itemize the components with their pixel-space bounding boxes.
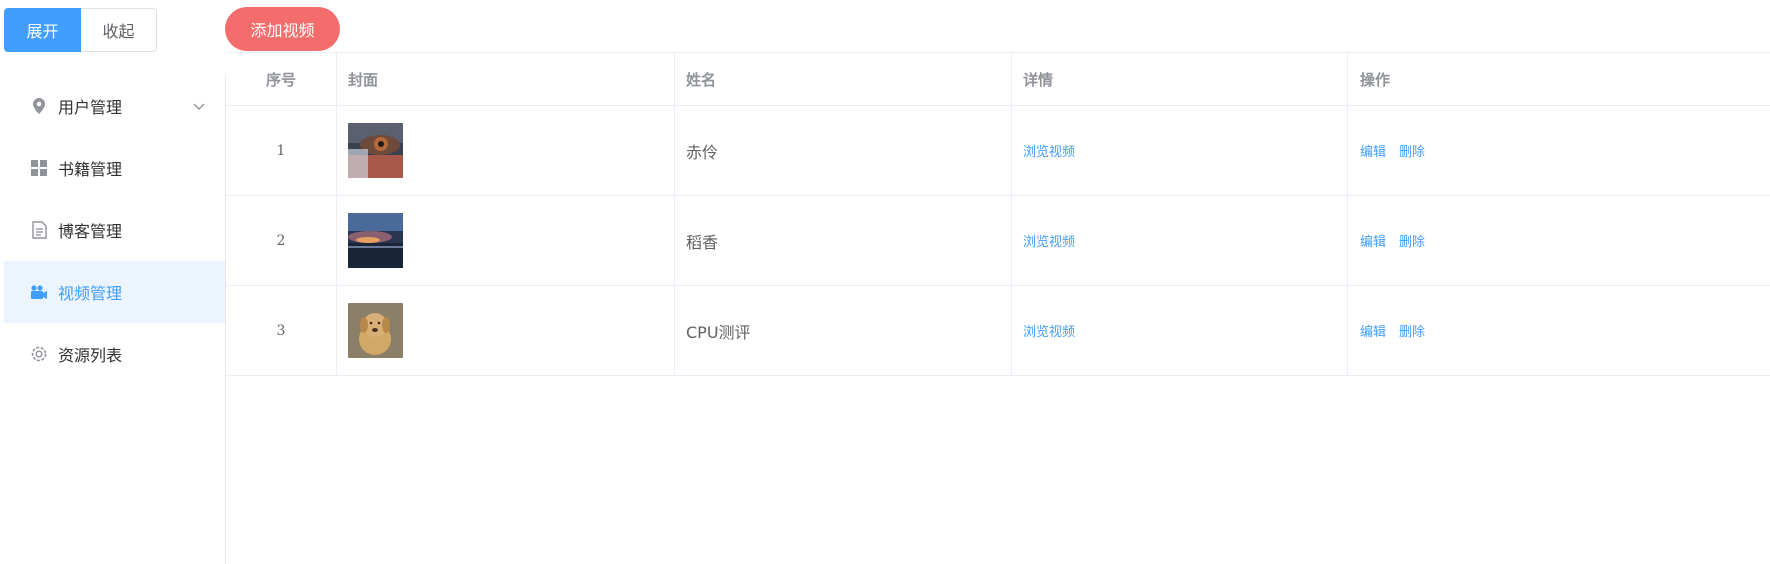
row-name: 稻香 <box>675 196 1012 285</box>
cover-cell <box>337 106 675 195</box>
cover-image <box>348 213 403 268</box>
gear-icon <box>30 345 48 363</box>
video-camera-icon <box>30 283 48 301</box>
header-actions: 操作 <box>1360 70 1391 89</box>
delete-link[interactable]: 删除 <box>1399 141 1425 160</box>
video-table: 序号 封面 姓名 详情 操作 1 赤伶 浏览视频 编辑 删除 2 稻香 浏览视频… <box>226 52 1770 376</box>
header-cover: 封面 <box>337 53 675 105</box>
row-name: 赤伶 <box>675 106 1012 195</box>
actions-cell: 编辑 删除 <box>1348 196 1770 285</box>
cover-cell <box>337 196 675 285</box>
chevron-down-icon <box>192 97 206 116</box>
sidebar-item-video-management[interactable]: 视频管理 <box>4 261 225 323</box>
view-video-link[interactable]: 浏览视频 <box>1023 231 1075 250</box>
sidebar-item-label: 博客管理 <box>58 222 123 241</box>
delete-link[interactable]: 删除 <box>1399 231 1425 250</box>
view-video-link[interactable]: 浏览视频 <box>1023 141 1075 160</box>
row-name: CPU测评 <box>675 286 1012 375</box>
sidebar-item-book-management[interactable]: 书籍管理 <box>4 137 225 199</box>
cover-image <box>348 303 403 358</box>
table-header-row: 序号 封面 姓名 详情 操作 <box>226 52 1770 106</box>
sidebar-item-label: 视频管理 <box>58 284 123 303</box>
sidebar-item-label: 用户管理 <box>58 98 123 117</box>
location-pin-icon <box>30 97 48 115</box>
table-row: 1 赤伶 浏览视频 编辑 删除 <box>226 106 1770 196</box>
actions-cell: 编辑 删除 <box>1348 106 1770 195</box>
sidebar-item-label: 资源列表 <box>58 346 123 365</box>
sidebar-menu: 用户管理 书籍管理 博客管理 视频管理 资源列表 <box>0 75 226 564</box>
cover-image <box>348 123 403 178</box>
sidebar-item-user-management[interactable]: 用户管理 <box>4 75 225 137</box>
table-row: 2 稻香 浏览视频 编辑 删除 <box>226 196 1770 286</box>
row-index: 3 <box>226 286 337 375</box>
header-name: 姓名 <box>675 53 1012 105</box>
edit-link[interactable]: 编辑 <box>1360 231 1386 250</box>
detail-cell: 浏览视频 <box>1012 196 1348 285</box>
row-index: 1 <box>226 106 337 195</box>
sidebar-item-resource-list[interactable]: 资源列表 <box>4 323 225 385</box>
grid-icon <box>30 159 48 177</box>
sidebar-item-label: 书籍管理 <box>58 160 123 179</box>
view-video-link[interactable]: 浏览视频 <box>1023 321 1075 340</box>
sidebar-item-blog-management[interactable]: 博客管理 <box>4 199 225 261</box>
edit-link[interactable]: 编辑 <box>1360 321 1386 340</box>
detail-cell: 浏览视频 <box>1012 286 1348 375</box>
detail-cell: 浏览视频 <box>1012 106 1348 195</box>
collapse-button[interactable]: 收起 <box>81 8 157 52</box>
cover-cell <box>337 286 675 375</box>
expand-button[interactable]: 展开 <box>4 8 81 52</box>
edit-link[interactable]: 编辑 <box>1360 141 1386 160</box>
header-index: 序号 <box>226 53 337 105</box>
add-video-button[interactable]: 添加视频 <box>225 7 340 51</box>
actions-cell: 编辑 删除 <box>1348 286 1770 375</box>
header-detail: 详情 <box>1012 53 1348 105</box>
row-index: 2 <box>226 196 337 285</box>
table-row: 3 CPU测评 浏览视频 编辑 删除 <box>226 286 1770 376</box>
delete-link[interactable]: 删除 <box>1399 321 1425 340</box>
sidebar-toggle-group: 展开 收起 <box>4 8 157 52</box>
document-icon <box>30 221 48 239</box>
